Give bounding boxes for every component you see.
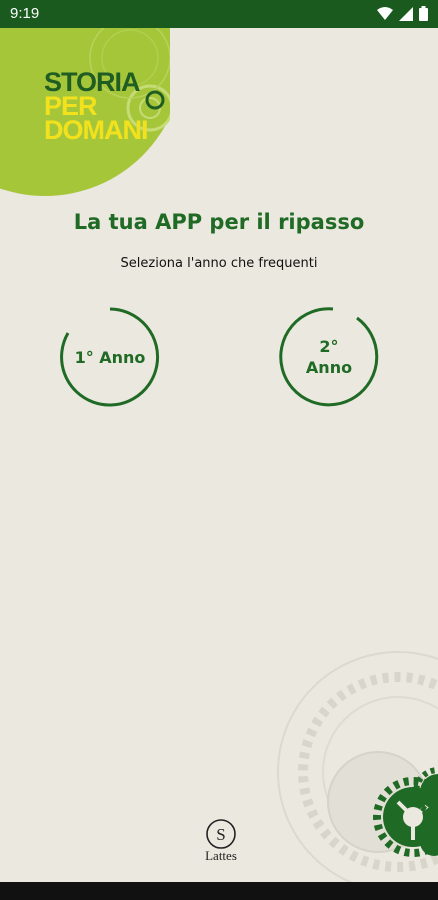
app-logo: STORIA PER DOMANI	[0, 28, 170, 196]
publisher-name: Lattes	[205, 848, 237, 863]
signal-icon	[399, 6, 413, 21]
page-subtitle: Seleziona l'anno che frequenti	[120, 256, 318, 271]
svg-text:S: S	[216, 825, 225, 844]
logo-wordmark: STORIA PER DOMANI	[44, 69, 148, 145]
navigation-bar	[0, 882, 438, 900]
battery-icon	[419, 6, 428, 21]
publisher-logo: S Lattes	[196, 818, 246, 864]
status-time: 9:19	[10, 5, 40, 22]
year-2-button[interactable]: 2° Anno	[277, 305, 381, 409]
wifi-icon	[377, 6, 393, 20]
year-2-label-text: 2° Anno	[305, 337, 353, 377]
year-1-button[interactable]: 1° Anno	[58, 305, 162, 409]
year-1-label: 1° Anno	[74, 347, 146, 367]
status-bar: 9:19	[0, 0, 438, 28]
lattes-emblem-icon: S	[206, 819, 236, 849]
gears-icon	[277, 651, 438, 893]
year-2-label: 2° Anno	[277, 305, 381, 409]
page-title: La tua APP per il ripasso	[73, 210, 365, 234]
status-icons	[377, 6, 428, 21]
gears-decoration	[248, 642, 438, 893]
logo-line-3: DOMANI	[44, 115, 148, 145]
